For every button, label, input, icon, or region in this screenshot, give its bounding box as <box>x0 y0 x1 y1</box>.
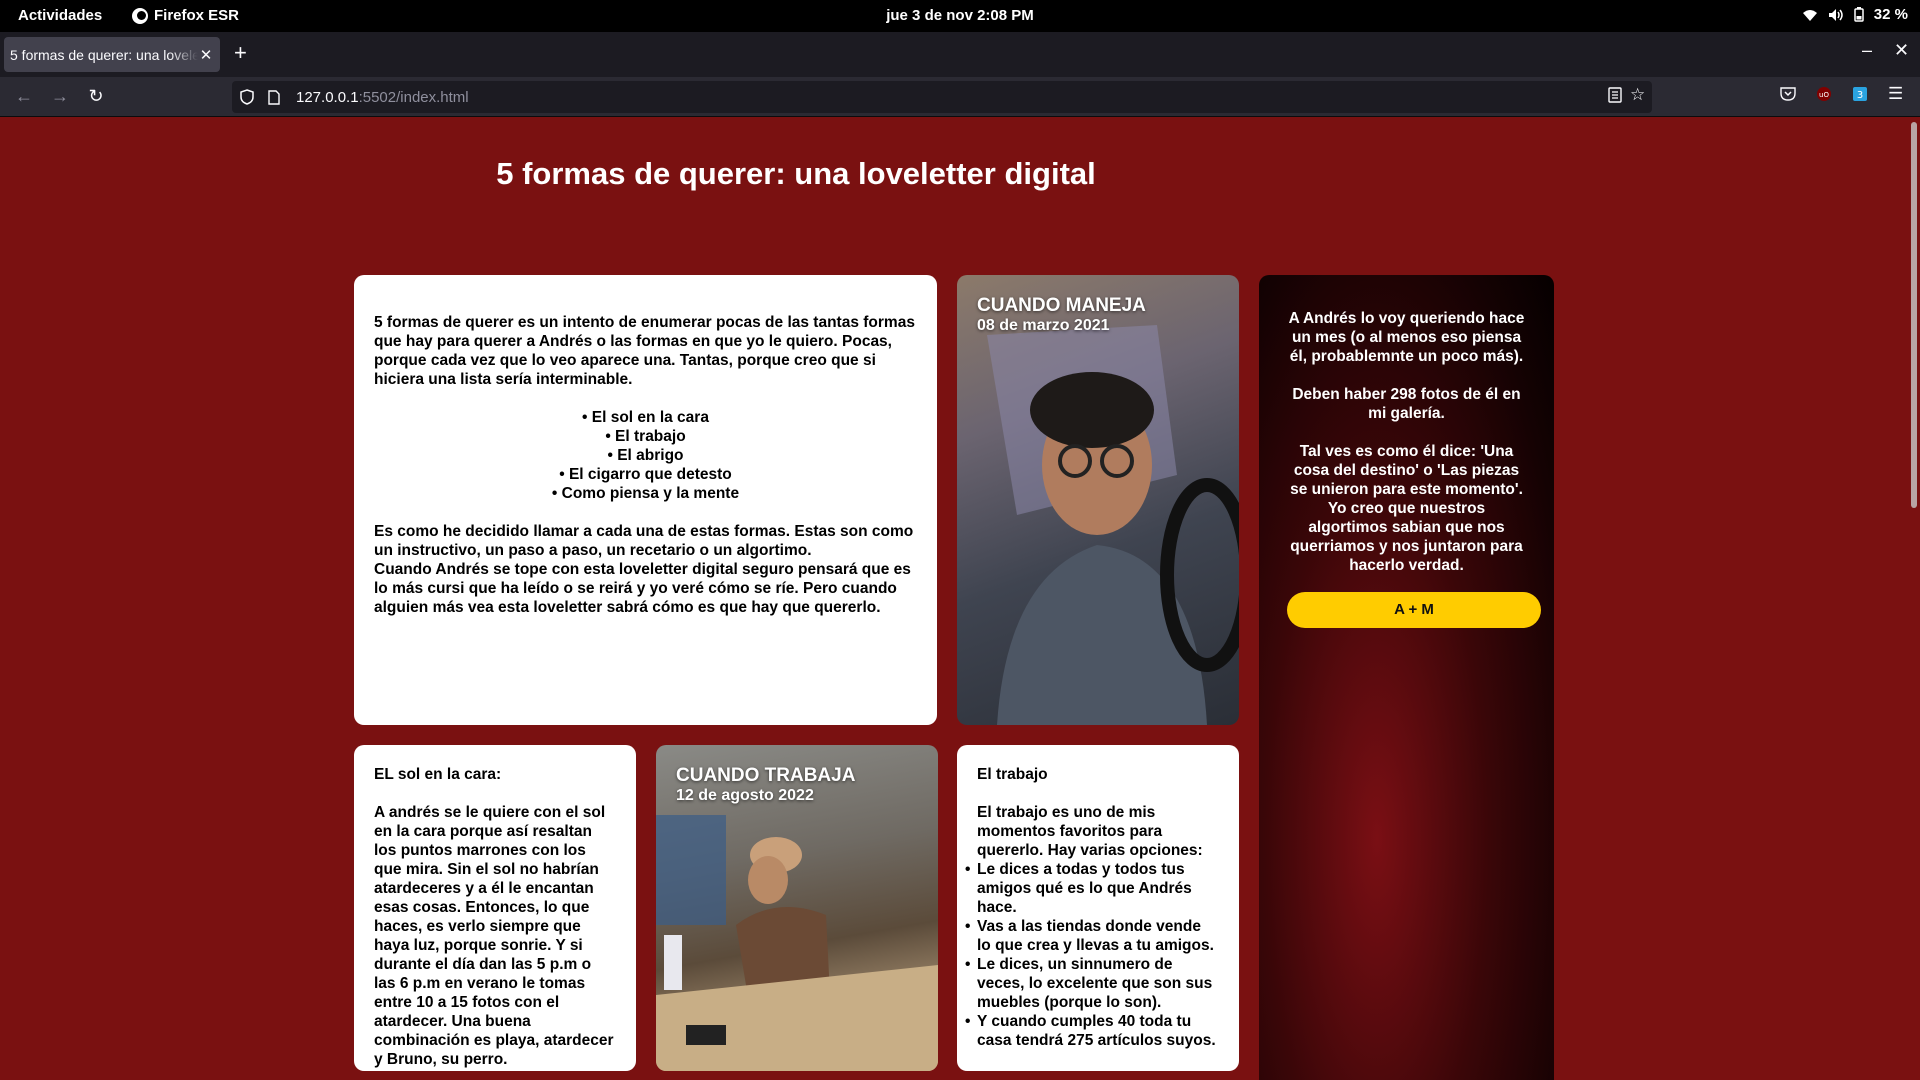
intro-paragraph-2: Es como he decidido llamar a cada una de… <box>374 523 914 559</box>
svg-text:3: 3 <box>1857 90 1863 101</box>
back-icon[interactable]: ← <box>12 85 36 107</box>
minimize-icon[interactable]: – <box>1862 40 1872 61</box>
page-icon[interactable] <box>268 89 288 105</box>
activities-button[interactable]: Actividades <box>18 7 102 24</box>
list-item: Le dices a todas y todos tus amigos qué … <box>965 860 1219 917</box>
work-list: Le dices a todas y todos tus amigos qué … <box>965 860 1219 1050</box>
photo-caption: CUANDO TRABAJA 12 de agosto 2022 <box>676 765 855 805</box>
reader-view-icon[interactable] <box>1608 87 1622 103</box>
menu-icon[interactable]: ☰ <box>1888 84 1903 104</box>
a-m-button[interactable]: A + M <box>1287 592 1541 628</box>
system-top-bar: Actividades Firefox ESR jue 3 de nov 2:0… <box>0 0 1920 32</box>
shield-icon[interactable] <box>240 89 260 105</box>
sun-body: A andrés se le quiere con el sol en la c… <box>374 804 614 1068</box>
url-host: 127.0.0.1 <box>296 88 359 106</box>
work-heading: El trabajo <box>977 766 1048 783</box>
work-intro: El trabajo es uno de mis momentos favori… <box>977 804 1203 859</box>
pocket-icon[interactable] <box>1780 86 1796 101</box>
working-photo-card: CUANDO TRABAJA 12 de agosto 2022 <box>656 745 938 1071</box>
intro-card: 5 formas de querer es un intento de enum… <box>354 275 937 725</box>
forward-icon[interactable]: → <box>48 85 72 107</box>
extension-icon[interactable]: 3 <box>1852 86 1868 102</box>
photo-title: CUANDO MANEJA <box>977 295 1146 316</box>
battery-icon <box>1854 7 1864 22</box>
wifi-icon <box>1802 8 1818 22</box>
list-item: El trabajo <box>374 427 917 446</box>
svg-text:uO: uO <box>1819 91 1829 99</box>
forms-list: El sol en la cara El trabajo El abrigo E… <box>374 408 917 503</box>
app-name: Firefox ESR <box>154 7 240 24</box>
url-bar[interactable]: 127.0.0.1 :5502/index.html ☆ <box>232 81 1652 113</box>
tab-title: 5 formas de querer: una loveletter digit… <box>10 46 198 63</box>
side-paragraph-2: Deben haber 298 fotos de él en mi galerí… <box>1292 386 1521 422</box>
page-content: 5 formas de querer: una loveletter digit… <box>0 118 1920 1080</box>
url-path: :5502/index.html <box>358 88 469 106</box>
intro-paragraph-3: Cuando Andrés se tope con esta lovelette… <box>374 561 911 616</box>
ublock-icon[interactable]: uO <box>1816 86 1832 102</box>
tab-close-icon[interactable]: ✕ <box>198 46 214 64</box>
list-item: Y cuando cumples 40 toda tu casa tendrá … <box>965 1012 1219 1050</box>
page-title: 5 formas de querer: una loveletter digit… <box>496 156 1096 191</box>
new-tab-button[interactable]: + <box>234 42 247 64</box>
photo-date: 08 de marzo 2021 <box>977 317 1110 334</box>
scrollbar-thumb[interactable] <box>1911 122 1917 508</box>
browser-nav-bar: ← → ↻ 127.0.0.1 :5502/index.html ☆ uO 3 … <box>0 77 1920 117</box>
photo-title: CUANDO TRABAJA <box>676 765 856 786</box>
photo-caption: CUANDO MANEJA 08 de marzo 2021 <box>977 295 1146 335</box>
side-paragraph-3: Tal ves es como él dice: 'Una cosa del d… <box>1290 443 1523 574</box>
firefox-icon <box>132 7 148 24</box>
photo-date: 12 de agosto 2022 <box>676 787 814 804</box>
window-close-icon[interactable]: ✕ <box>1894 40 1909 61</box>
volume-icon <box>1828 8 1844 22</box>
sun-card: EL sol en la cara: A andrés se le quiere… <box>354 745 636 1071</box>
side-paragraph-1: A Andrés lo voy queriendo hace un mes (o… <box>1288 310 1525 365</box>
battery-percent: 32 % <box>1873 6 1908 23</box>
side-panel: A Andrés lo voy queriendo hace un mes (o… <box>1259 275 1554 1080</box>
clock[interactable]: jue 3 de nov 2:08 PM <box>0 7 1920 24</box>
driving-photo <box>987 325 1239 725</box>
app-menu[interactable]: Firefox ESR <box>132 7 239 24</box>
reload-icon[interactable]: ↻ <box>84 85 108 107</box>
browser-tab[interactable]: 5 formas de querer: una loveletter digit… <box>4 37 220 72</box>
browser-tab-bar: 5 formas de querer: una loveletter digit… <box>0 32 1920 77</box>
list-item: Vas a las tiendas donde vende lo que cre… <box>965 917 1219 955</box>
intro-paragraph-1: 5 formas de querer es un intento de enum… <box>374 314 915 388</box>
list-item: El abrigo <box>374 446 917 465</box>
list-item: Le dices, un sinnumero de veces, lo exce… <box>965 955 1219 1012</box>
sun-heading: EL sol en la cara: <box>374 766 502 783</box>
driving-photo-card: CUANDO MANEJA 08 de marzo 2021 <box>957 275 1239 725</box>
bookmark-star-icon[interactable]: ☆ <box>1630 85 1645 105</box>
list-item: Como piensa y la mente <box>374 484 917 503</box>
work-card: El trabajo El trabajo es uno de mis mome… <box>957 745 1239 1071</box>
list-item: El sol en la cara <box>374 408 917 427</box>
system-tray[interactable]: 32 % <box>1802 6 1908 23</box>
list-item: El cigarro que detesto <box>374 465 917 484</box>
